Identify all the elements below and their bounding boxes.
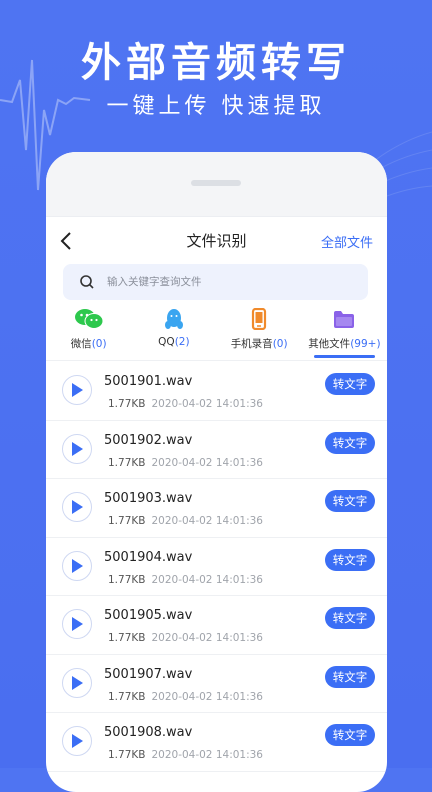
play-button[interactable] xyxy=(62,433,92,464)
convert-to-text-button[interactable]: 转文字 xyxy=(325,431,375,454)
file-size: 1.77KB xyxy=(108,690,146,703)
play-button[interactable] xyxy=(62,667,92,698)
file-row[interactable]: 5001907.wav 1.77KB 2020-04-02 14:01:36 转文… xyxy=(46,655,387,713)
file-meta: 1.77KB 2020-04-02 14:01:36 xyxy=(108,457,263,469)
tab-count: (2) xyxy=(174,336,190,348)
tab-qq[interactable]: QQ(2) xyxy=(131,308,216,358)
file-time: 2020-04-02 14:01:36 xyxy=(151,515,263,527)
file-size: 1.77KB xyxy=(108,456,146,469)
tab-label: 手机录音 xyxy=(230,338,273,350)
play-icon xyxy=(72,558,83,573)
convert-to-text-button[interactable]: 转文字 xyxy=(325,724,375,746)
promo-subtitle: 一键上传 快速提取 xyxy=(106,94,326,119)
play-icon xyxy=(72,675,83,690)
file-name: 5001901.wav xyxy=(104,374,193,389)
file-row[interactable]: 5001901.wav 1.77KB 2020-04-02 14:01:36 转文… xyxy=(46,362,387,421)
convert-to-text-button[interactable]: 转文字 xyxy=(325,665,375,688)
file-meta: 1.77KB 2020-04-02 14:01:36 xyxy=(108,749,263,761)
phone-status-area xyxy=(46,152,387,217)
file-size: 1.77KB xyxy=(108,573,146,586)
file-meta: 1.77KB 2020-04-02 14:01:36 xyxy=(108,691,263,703)
convert-to-text-button[interactable]: 转文字 xyxy=(325,607,375,629)
convert-to-text-button[interactable]: 转文字 xyxy=(325,373,375,395)
file-row[interactable]: 5001903.wav 1.77KB 2020-04-02 14:01:36 转文… xyxy=(46,479,387,538)
file-size: 1.77KB xyxy=(108,398,146,410)
file-time: 2020-04-02 14:01:36 xyxy=(151,456,263,469)
file-meta: 1.77KB 2020-04-02 14:01:36 xyxy=(108,398,263,410)
tab-other-files[interactable]: 其他文件(99+) xyxy=(302,308,387,358)
tab-count: (0) xyxy=(272,338,288,350)
tab-phone-recording[interactable]: 手机录音(0) xyxy=(217,308,302,358)
play-button[interactable] xyxy=(62,609,92,639)
file-name: 5001905.wav xyxy=(104,608,193,623)
nav-bar: 文件识别 全部文件 xyxy=(46,226,387,256)
play-button[interactable] xyxy=(62,550,92,581)
promo-title: 外部音频转写 xyxy=(81,40,351,86)
file-meta: 1.77KB 2020-04-02 14:01:36 xyxy=(108,632,263,644)
play-icon xyxy=(72,500,83,514)
file-row[interactable]: 5001908.wav 1.77KB 2020-04-02 14:01:36 转文… xyxy=(46,713,387,772)
tab-label: 其他文件 xyxy=(308,338,351,350)
tab-wechat[interactable]: 微信(0) xyxy=(46,308,131,358)
file-time: 2020-04-02 14:01:36 xyxy=(151,573,263,586)
file-name: 5001903.wav xyxy=(104,491,193,506)
file-size: 1.77KB xyxy=(108,515,146,527)
phone-icon xyxy=(252,308,267,330)
play-icon xyxy=(72,617,83,631)
tab-label: QQ xyxy=(158,336,175,348)
divider xyxy=(46,360,387,361)
phone-speaker xyxy=(191,180,241,186)
phone-mockup: 文件识别 全部文件 微信(0) xyxy=(46,152,387,792)
folder-icon xyxy=(334,311,355,328)
file-name: 5001907.wav xyxy=(104,666,193,682)
file-size: 1.77KB xyxy=(108,749,146,761)
search-input[interactable] xyxy=(105,275,349,289)
play-icon xyxy=(72,383,83,397)
tab-label: 微信 xyxy=(70,338,92,350)
file-name: 5001902.wav xyxy=(104,432,193,448)
convert-to-text-button[interactable]: 转文字 xyxy=(325,548,375,571)
source-tabs: 微信(0) QQ(2) 手机录音(0) 其他文件(99+) xyxy=(46,308,387,358)
file-row[interactable]: 5001905.wav 1.77KB 2020-04-02 14:01:36 转文… xyxy=(46,596,387,655)
tab-count: (0) xyxy=(91,338,107,350)
file-row[interactable]: 5001904.wav 1.77KB 2020-04-02 14:01:36 转文… xyxy=(46,538,387,596)
file-name: 5001908.wav xyxy=(104,725,193,740)
qq-icon xyxy=(164,309,183,329)
file-time: 2020-04-02 14:01:36 xyxy=(151,749,263,761)
convert-to-text-button[interactable]: 转文字 xyxy=(325,490,375,512)
file-time: 2020-04-02 14:01:36 xyxy=(151,690,263,703)
play-icon xyxy=(72,441,83,456)
file-size: 1.77KB xyxy=(108,632,146,644)
play-icon xyxy=(72,734,83,748)
file-list: 5001901.wav 1.77KB 2020-04-02 14:01:36 转文… xyxy=(46,362,387,772)
play-button[interactable] xyxy=(62,492,92,522)
search-icon xyxy=(80,275,94,289)
all-files-link[interactable]: 全部文件 xyxy=(321,232,373,251)
active-tab-indicator xyxy=(313,355,375,358)
search-bar[interactable] xyxy=(63,264,368,300)
file-meta: 1.77KB 2020-04-02 14:01:36 xyxy=(108,574,263,586)
file-meta: 1.77KB 2020-04-02 14:01:36 xyxy=(108,515,263,527)
play-button[interactable] xyxy=(62,375,92,405)
file-row[interactable]: 5001902.wav 1.77KB 2020-04-02 14:01:36 转文… xyxy=(46,421,387,479)
play-button[interactable] xyxy=(62,726,92,756)
tab-count: (99+) xyxy=(350,338,381,350)
file-time: 2020-04-02 14:01:36 xyxy=(151,398,263,410)
file-name: 5001904.wav xyxy=(104,549,193,565)
file-time: 2020-04-02 14:01:36 xyxy=(151,632,263,644)
wechat-icon xyxy=(74,309,104,329)
